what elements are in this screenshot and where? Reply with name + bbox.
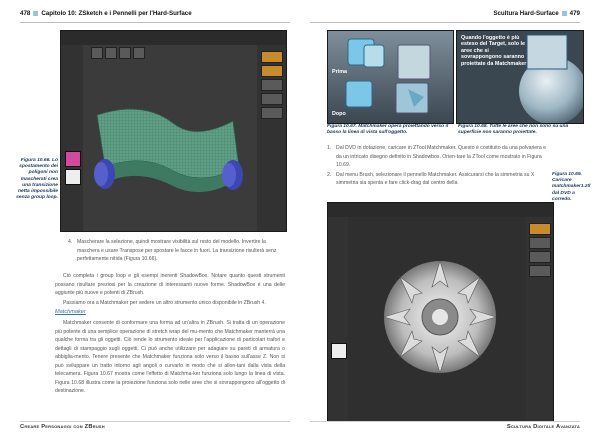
running-title: Scultura Hard-Surface	[493, 10, 559, 17]
right-steps-list: 1. Dal DVD in dotazione, caricare in ZToo…	[327, 144, 549, 189]
figure-10-67-image: Prima Dopo	[327, 30, 454, 124]
step-text: Mascherare la selezione, quindi mostrare…	[77, 239, 277, 262]
right-shelf-button	[529, 237, 551, 249]
step-text: Dal DVD in dotazione, caricare in ZTool …	[336, 145, 547, 168]
before-after-boxes	[328, 31, 453, 123]
left-footer: Creare Personaggi con ZBrush	[20, 424, 105, 430]
step-item: 4. Mascherare la selezione, quindi mostra…	[68, 238, 283, 264]
paragraph: Ciò completa i group loop e gli esempi i…	[55, 273, 285, 296]
matchmaker-body-text: Matchmaker consente di conformare una fo…	[55, 319, 285, 397]
right-shelf-button	[529, 251, 551, 263]
label-before: Prima	[332, 69, 347, 75]
figure-10-68-image: Quando l'oggetto è più esteso del Target…	[456, 30, 584, 124]
step-text: Dal menu Brush, selezionare il pennello …	[336, 171, 535, 187]
right-shelf-button	[261, 93, 283, 105]
matchmaker-subheading: Matchmaker	[55, 309, 86, 315]
figure-10-69-screenshot	[327, 202, 554, 422]
right-shelf-button	[261, 79, 283, 91]
color-swatch	[331, 343, 347, 359]
sculpt-model-canvas	[94, 108, 243, 193]
ornament-model-canvas	[348, 217, 526, 421]
step-number: 2.	[327, 171, 332, 178]
right-shelf-button	[261, 107, 283, 119]
zbrush-top-toolbar	[328, 203, 553, 217]
label-after: Dopo	[332, 111, 346, 117]
right-shelf-button	[261, 65, 283, 77]
header-square-icon	[561, 10, 567, 16]
right-footer: Scultura Digitale Avanzata	[506, 424, 580, 430]
paragraph: Passiamo ora a Matchmaker per vedere un …	[63, 299, 266, 306]
fig68-annotation: Quando l'oggetto è più esteso del Target…	[461, 35, 527, 67]
figure-10-69-caption: Figura 10.69. Caricare matchmaker1.ztl d…	[552, 172, 591, 202]
left-footer-rule	[20, 421, 290, 422]
right-shelf-button	[261, 51, 283, 63]
left-steps-list: 4. Mascherare la selezione, quindi mostra…	[68, 238, 283, 265]
step-item: 2. Dal menu Brush, selezionare il pennell…	[327, 171, 549, 188]
left-page-number: 478	[20, 10, 31, 17]
right-page: Scultura Hard-Surface 479 Prima Dopo Figu…	[300, 0, 600, 435]
material-swatch	[65, 151, 81, 167]
figure-10-66-screenshot	[60, 30, 287, 232]
step-item: 1. Dal DVD in dotazione, caricare in ZToo…	[327, 144, 549, 170]
paragraph: Matchmaker consente di conformare una fo…	[55, 320, 285, 394]
header-square-icon	[33, 10, 39, 16]
left-body-text: Ciò completa i group loop e gli esempi i…	[55, 272, 285, 308]
zbrush-top-toolbar	[61, 31, 286, 45]
figure-10-67-caption: Figura 10.67. Matchmaker opera proiettan…	[327, 124, 449, 136]
left-header-rule	[20, 22, 290, 23]
color-swatch	[65, 169, 81, 185]
step-number: 1.	[327, 145, 332, 151]
zbrush-left-shelf	[328, 217, 348, 421]
chapter-title: Capitolo 10: ZSketch e i Pennelli per l'…	[41, 10, 192, 17]
figure-10-68-caption: Figura 10.68. Tutte le aree che non sono…	[458, 124, 569, 136]
left-page: 478 Capitolo 10: ZSketch e i Pennelli per…	[0, 0, 300, 435]
right-page-number: 479	[569, 10, 580, 17]
zbrush-left-shelf	[61, 45, 83, 231]
figure-10-66-caption: Figura 10.66. Lo spostamento dei poligon…	[16, 158, 58, 201]
right-footer-rule	[310, 421, 580, 422]
right-shelf-button	[529, 265, 551, 277]
step-number: 4.	[68, 239, 73, 245]
right-shelf-button	[529, 223, 551, 235]
right-header-rule	[310, 22, 580, 23]
